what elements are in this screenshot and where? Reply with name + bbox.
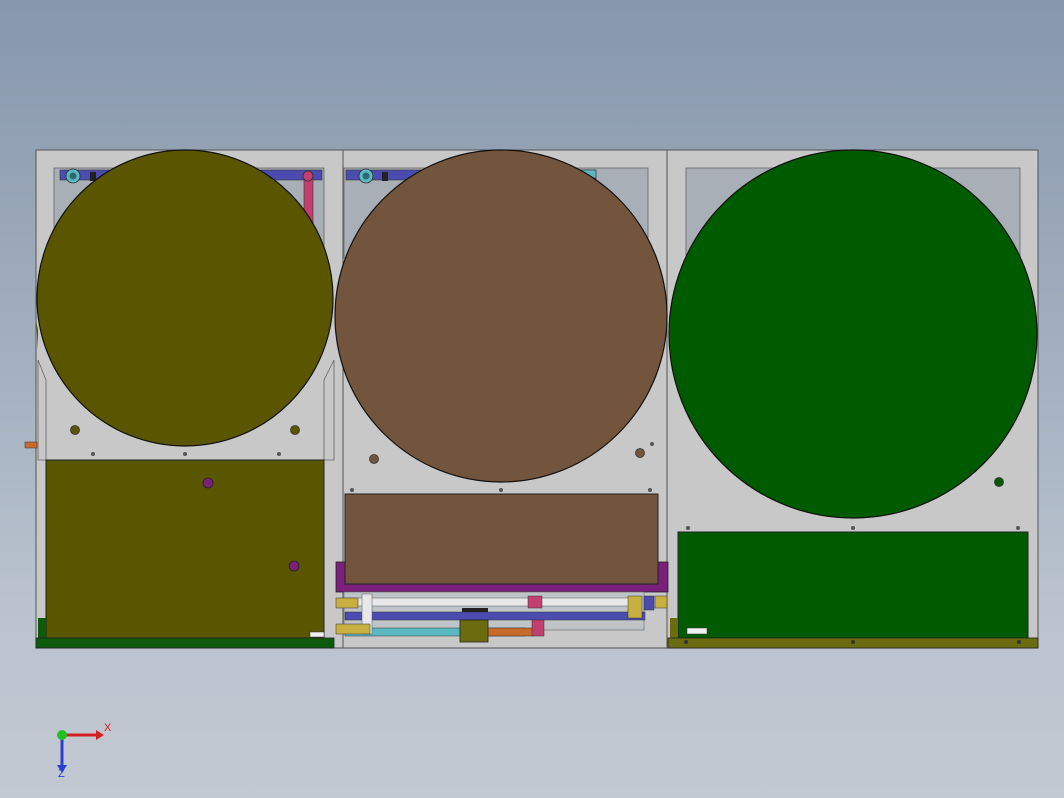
middle-fan-disc[interactable]	[334, 149, 668, 483]
z-axis-label: Z	[58, 768, 65, 780]
right-fan-disc[interactable]	[668, 149, 1038, 519]
right-panel[interactable]	[677, 531, 1029, 639]
x-axis-label: X	[104, 722, 112, 734]
middle-panel[interactable]	[344, 493, 659, 585]
left-panel[interactable]	[45, 459, 325, 639]
cad-model-view[interactable]	[0, 0, 1064, 798]
orientation-triad	[57, 730, 104, 773]
graphics-viewport[interactable]: X Z	[0, 0, 1064, 798]
left-side-fitting[interactable]	[24, 441, 38, 449]
left-base	[35, 637, 335, 649]
left-fan-disc[interactable]	[36, 149, 334, 447]
